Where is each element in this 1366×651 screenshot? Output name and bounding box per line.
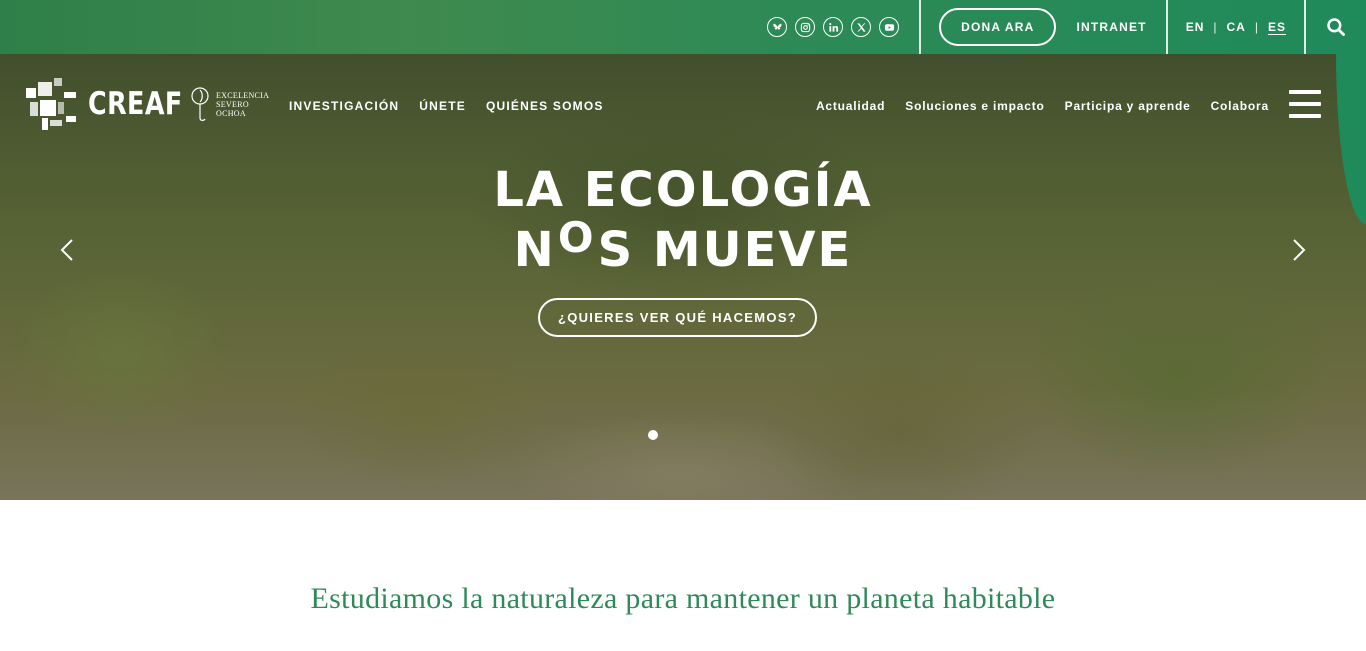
severo-ochoa-badge: EXCELENCIA SEVERO OCHOA	[190, 84, 269, 124]
language-separator: |	[1213, 20, 1218, 34]
bluesky-icon[interactable]	[767, 17, 788, 37]
nav-unete[interactable]: ÚNETE	[419, 99, 466, 113]
creaf-logo-mark-icon	[26, 78, 76, 130]
youtube-icon[interactable]	[879, 17, 900, 37]
slider-dot[interactable]	[648, 430, 658, 440]
creaf-logo[interactable]: CREAF	[24, 76, 203, 132]
language-ca[interactable]: CA	[1227, 20, 1246, 34]
nav-colabora[interactable]: Colabora	[1211, 99, 1269, 113]
page-tagline: Estudiamos la naturaleza para mantener u…	[310, 582, 1056, 615]
severo-ochoa-icon	[191, 87, 209, 121]
hero-title-line2: NOS MUEVE	[513, 213, 853, 278]
search-icon	[1327, 18, 1345, 36]
primary-nav: INVESTIGACIÓN ÚNETE QUIÉNES SOMOS	[289, 99, 604, 113]
hero-cta-button[interactable]: ¿QUIERES VER QUÉ HACEMOS?	[538, 298, 817, 337]
nav-actualidad[interactable]: Actualidad	[816, 99, 885, 113]
language-en[interactable]: EN	[1186, 20, 1205, 34]
language-switcher: EN | CA | ES	[1168, 20, 1304, 34]
chevron-right-icon[interactable]	[1286, 236, 1310, 264]
x-icon[interactable]	[851, 17, 872, 37]
top-bar: DONA ARA INTRANET EN | CA | ES	[0, 0, 1366, 54]
secondary-nav: Actualidad Soluciones e impacto Particip…	[816, 99, 1269, 113]
language-es[interactable]: ES	[1268, 20, 1286, 34]
nav-investigacion[interactable]: INVESTIGACIÓN	[289, 99, 399, 113]
brand-name: CREAF	[88, 86, 183, 122]
nav-soluciones[interactable]: Soluciones e impacto	[905, 99, 1044, 113]
intranet-link[interactable]: INTRANET	[1076, 20, 1146, 34]
donate-button[interactable]: DONA ARA	[939, 8, 1057, 46]
instagram-icon[interactable]	[795, 17, 816, 37]
nav-quienes-somos[interactable]: QUIÉNES SOMOS	[486, 99, 604, 113]
language-separator: |	[1254, 20, 1259, 34]
hero-title: LA ECOLOGÍA NOS MUEVE	[0, 160, 1366, 282]
hamburger-icon[interactable]	[1289, 90, 1321, 118]
severo-ochoa-text: EXCELENCIA SEVERO OCHOA	[216, 90, 270, 118]
linkedin-icon[interactable]	[823, 17, 844, 37]
social-links	[767, 17, 900, 37]
main-navigation: CREAF EXCELENCIA SEVERO OCHOA INVESTIGAC…	[0, 54, 1366, 158]
divider	[919, 0, 922, 54]
hero-title-line1: LA ECOLOGÍA	[493, 162, 873, 218]
search-button[interactable]	[1306, 0, 1366, 54]
nav-participa[interactable]: Participa y aprende	[1065, 99, 1191, 113]
chevron-left-icon[interactable]	[56, 236, 80, 264]
